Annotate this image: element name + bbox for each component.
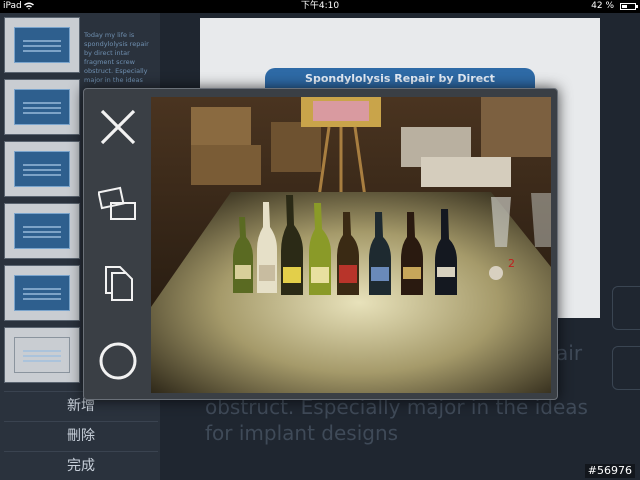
slide-body-fragment: air xyxy=(556,341,583,365)
thumbnail-preview xyxy=(14,213,70,249)
circle-icon[interactable] xyxy=(98,341,138,381)
copy-icon[interactable] xyxy=(98,263,138,303)
side-panel-button[interactable] xyxy=(612,346,640,390)
battery-level-fill xyxy=(622,5,627,8)
slide-title: Spondylolysis Repair by Direct xyxy=(265,68,535,90)
battery-percentage: 42 % xyxy=(591,1,614,11)
delete-button[interactable]: 刪除 xyxy=(4,421,158,450)
thumbnail-preview xyxy=(14,89,70,125)
clock: 下午4:10 xyxy=(300,1,340,11)
close-icon[interactable] xyxy=(98,107,138,147)
photo-overlay-panel: 2 xyxy=(83,88,558,400)
thumbnail-preview xyxy=(14,275,70,311)
side-panel-button[interactable] xyxy=(612,286,640,330)
slide-thumbnail[interactable] xyxy=(4,17,80,73)
slide-note-text: Today my life is spondylolysis repair by… xyxy=(84,31,149,84)
photo-tag-label: 2 xyxy=(508,257,515,270)
slide-body-line: for implant designs xyxy=(205,421,399,445)
thumbnail-preview xyxy=(14,27,70,63)
status-bar: iPad 下午4:10 42 % xyxy=(0,0,640,13)
thumbnail-preview xyxy=(14,337,70,373)
slide-thumbnail[interactable] xyxy=(4,141,80,197)
slide-thumbnail[interactable] xyxy=(4,79,80,135)
slide-thumbnail[interactable] xyxy=(4,327,80,383)
battery-icon xyxy=(620,3,638,10)
slide-thumbnail[interactable] xyxy=(4,203,80,259)
watermark: #56976 xyxy=(584,464,635,478)
thumbnail-preview xyxy=(14,151,70,187)
photo-wine-bottles[interactable]: 2 xyxy=(151,97,551,393)
switch-slides-icon[interactable] xyxy=(98,185,138,225)
done-button[interactable]: 完成 xyxy=(4,451,158,480)
slide-thumbnail[interactable] xyxy=(4,265,80,321)
